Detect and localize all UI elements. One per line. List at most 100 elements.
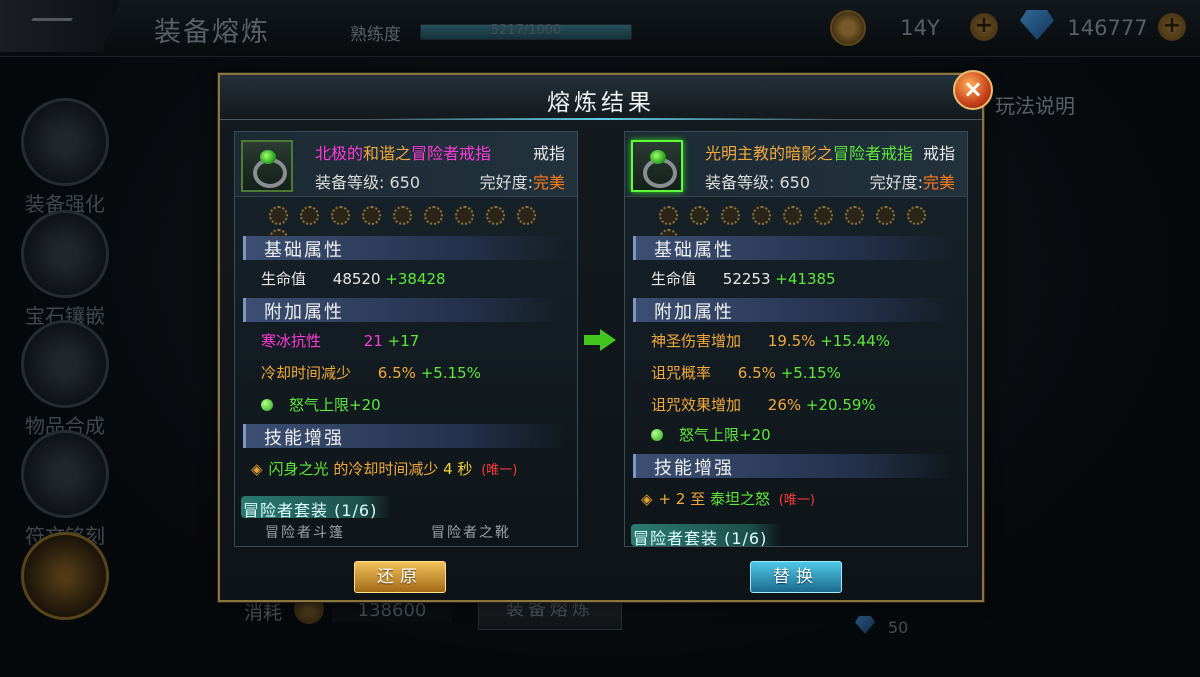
stat-label: 怒气上限+20 <box>289 396 381 414</box>
extra-attr-header: 附加属性 <box>633 298 954 323</box>
base-attr-header: 基础属性 <box>633 236 954 261</box>
rage-stat: 怒气上限+20 <box>261 394 381 415</box>
ring-gem <box>650 150 666 164</box>
name-mid: 和谐之 <box>363 144 412 163</box>
star-icon <box>300 206 319 225</box>
item-level: 装备等级: 650 <box>705 173 811 192</box>
base-attr-header: 基础属性 <box>243 236 564 261</box>
item-level: 装备等级: 650 <box>315 173 421 192</box>
stat-bonus: +38428 <box>385 270 446 288</box>
stat-bonus: +17 <box>387 332 420 350</box>
stat-value: 6.5% <box>377 364 416 382</box>
skill-name: 闪身之光 <box>268 460 329 478</box>
ring-icon[interactable] <box>241 140 293 192</box>
stat-bonus: +5.15% <box>420 364 481 382</box>
extra-stat: 诅咒概率 6.5% +5.15% <box>651 362 841 383</box>
stat-bonus: +15.44% <box>820 332 890 350</box>
item-name: 北极的和谐之冒险者戒指 <box>315 140 491 164</box>
star-icon <box>424 206 443 225</box>
stat-value: 48520 <box>332 270 381 288</box>
name-suffix: 冒险者戒指 <box>833 144 914 163</box>
skill-header: 技能增强 <box>633 454 954 479</box>
skill-value: 4 秒 <box>443 460 473 478</box>
arrow-right-icon <box>584 329 618 351</box>
item-slot: 戒指 <box>922 144 955 163</box>
set-item: 冒险者斗篷 <box>265 525 345 541</box>
set-name: 冒险者套装 (1/6) <box>633 529 768 547</box>
set-bar: 冒险者套装 (1/6) <box>631 524 781 546</box>
quality-value: 完美 <box>532 173 565 192</box>
skill-text: 的冷却时间减少 <box>328 460 444 478</box>
smelt-result-dialog: 熔炼结果 北极的和谐之冒险者戒指 戒指 装备等级: 650 完好度:完美 基础属… <box>218 73 984 602</box>
section-title: 技能增强 <box>654 458 734 479</box>
name-prefix: 光明主教的 <box>705 144 786 163</box>
dialog-header: 熔炼结果 <box>220 75 982 120</box>
item-header: 光明主教的暗影之冒险者戒指 戒指 装备等级: 650 完好度:完美 <box>625 132 967 197</box>
stat-label: 神圣伤害增加 <box>651 332 742 350</box>
section-title: 基础属性 <box>654 240 734 261</box>
skill-header: 技能增强 <box>243 424 564 449</box>
stat-label: 怒气上限+20 <box>679 426 771 444</box>
star-icon <box>814 206 833 225</box>
restore-button[interactable]: 还原 <box>354 561 446 593</box>
stat-label: 生命值 <box>651 270 697 288</box>
close-icon[interactable]: × <box>953 70 993 110</box>
section-title: 技能增强 <box>264 428 344 449</box>
stat-value: 52253 <box>722 270 771 288</box>
diamond-bullet-icon: ◈ <box>251 460 263 478</box>
quality-label: 完好度: <box>869 173 923 192</box>
skill-unique: (唯一) <box>778 493 815 508</box>
name-mid: 暗影之 <box>785 144 834 163</box>
star-icon <box>845 206 864 225</box>
stat-value: 26% <box>767 396 802 414</box>
star-icon <box>907 206 926 225</box>
star-icon <box>783 206 802 225</box>
item-quality: 完好度:完美 <box>480 169 565 193</box>
set-item: 冒险者之靴 <box>431 525 511 541</box>
stat-label: 诅咒概率 <box>651 364 712 382</box>
extra-stat: 诅咒效果增加 26% +20.59% <box>651 394 876 415</box>
star-icon <box>721 206 740 225</box>
stat-value: 19.5% <box>767 332 816 350</box>
diamond-bullet-icon: ◈ <box>641 490 653 508</box>
extra-stat: 神圣伤害增加 19.5% +15.44% <box>651 330 890 351</box>
stat-label: 诅咒效果增加 <box>651 396 742 414</box>
stat-label: 冷却时间减少 <box>261 364 352 382</box>
set-name: 冒险者套装 (1/6) <box>243 501 378 520</box>
stat-label: 生命值 <box>261 270 307 288</box>
item-quality: 完好度:完美 <box>870 169 955 193</box>
item-slot: 戒指 <box>532 144 565 163</box>
star-icon <box>331 206 350 225</box>
replace-button[interactable]: 替换 <box>750 561 842 593</box>
skill-unique: (唯一) <box>481 463 518 478</box>
ring-icon[interactable] <box>631 140 683 192</box>
star-icon <box>690 206 709 225</box>
skill-name: 泰坦之怒 <box>709 490 770 508</box>
item-header: 北极的和谐之冒险者戒指 戒指 装备等级: 650 完好度:完美 <box>235 132 577 197</box>
ring-gem <box>260 150 276 164</box>
skill-prefix: + 2 至 <box>658 490 710 508</box>
item-name: 光明主教的暗影之冒险者戒指 <box>705 140 913 164</box>
set-bar: 冒险者套装 (1/6) <box>241 496 391 520</box>
name-prefix: 北极的 <box>315 144 364 163</box>
arrow-head <box>600 329 616 351</box>
section-title: 基础属性 <box>264 240 344 261</box>
name-suffix: 冒险者戒指 <box>411 144 492 163</box>
star-icon <box>393 206 412 225</box>
star-icon <box>659 206 678 225</box>
rage-stat: 怒气上限+20 <box>651 424 771 445</box>
stat-value: 21 <box>363 332 383 350</box>
extra-stat: 冷却时间减少 6.5% +5.15% <box>261 362 481 383</box>
star-icon <box>455 206 474 225</box>
stat-bonus: +41385 <box>775 270 836 288</box>
star-icon <box>876 206 895 225</box>
stat-bonus: +20.59% <box>805 396 876 414</box>
hp-stat: 生命值 52253 +41385 <box>651 268 836 289</box>
star-icon <box>269 206 288 225</box>
quality-value: 完美 <box>922 173 955 192</box>
hp-stat: 生命值 48520 +38428 <box>261 268 446 289</box>
section-title: 附加属性 <box>654 302 734 323</box>
extra-attr-header: 附加属性 <box>243 298 564 323</box>
extra-stat: 寒冰抗性 21 +17 <box>261 330 419 351</box>
green-orb-icon <box>651 429 663 441</box>
